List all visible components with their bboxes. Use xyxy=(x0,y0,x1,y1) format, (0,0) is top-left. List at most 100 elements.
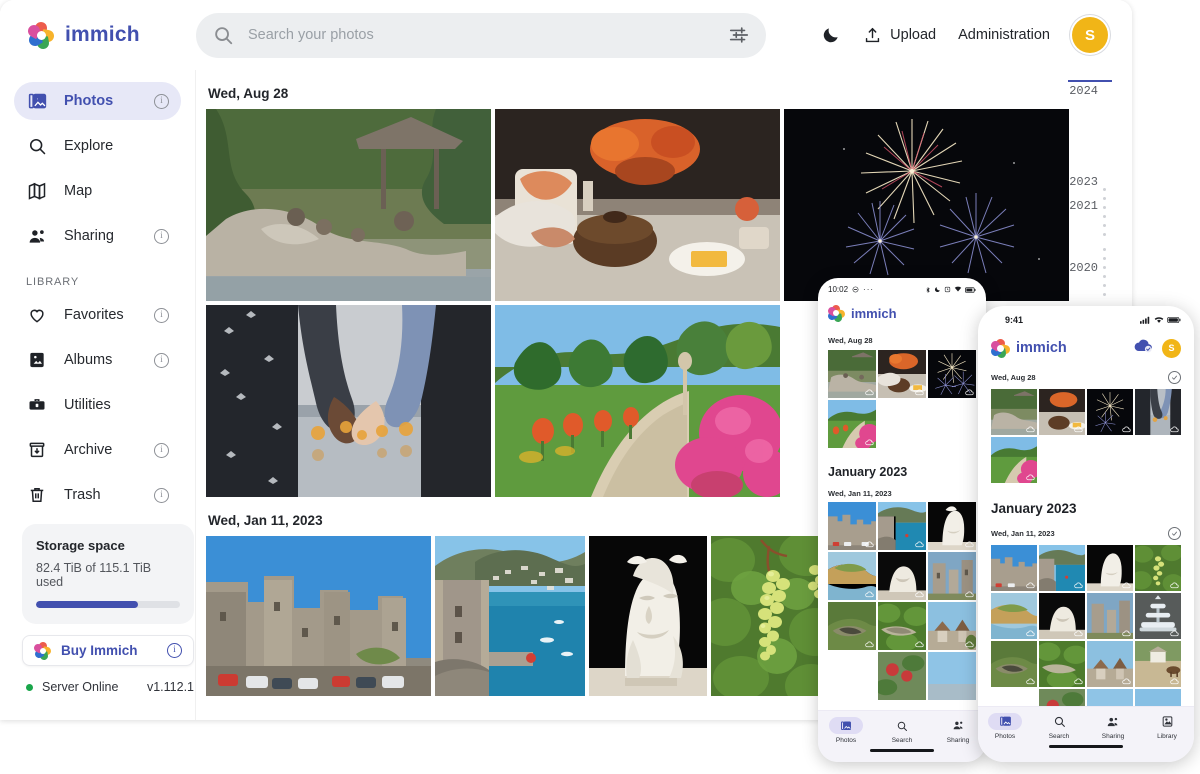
photo-thumb-coast[interactable] xyxy=(828,552,876,600)
administration-link[interactable]: Administration xyxy=(958,27,1050,43)
photo-green-grapes[interactable] xyxy=(711,536,833,696)
battery-icon xyxy=(965,287,976,293)
sidebar: Photos i Explore Map xyxy=(0,70,196,720)
photo-thumb-ruins[interactable] xyxy=(928,552,976,600)
photo-thumb-lizard-leaf[interactable] xyxy=(878,602,926,650)
buy-immich-label: Buy Immich xyxy=(61,643,158,658)
photo-thumb-stone-head[interactable] xyxy=(878,552,926,600)
ios-nav-label: Search xyxy=(1049,733,1070,740)
sidebar-item-sharing[interactable]: Sharing i xyxy=(14,217,181,255)
select-all-check-icon[interactable] xyxy=(1168,527,1181,540)
android-nav-search[interactable]: Search xyxy=(879,717,925,744)
search-bar[interactable] xyxy=(196,13,766,58)
photo-marble-bust[interactable] xyxy=(589,536,707,696)
photo-thumb-lizard-leaf[interactable] xyxy=(1039,641,1085,687)
buy-immich-button[interactable]: Buy Immich i xyxy=(22,635,194,666)
scrubber-year[interactable]: 2023 xyxy=(1069,175,1098,189)
photo-thumb-bust[interactable] xyxy=(1087,545,1133,591)
info-icon[interactable]: i xyxy=(154,488,169,503)
search-icon xyxy=(885,717,919,734)
photo-thumb-stone-head[interactable] xyxy=(1039,593,1085,639)
photo-thumb-coast[interactable] xyxy=(991,593,1037,639)
avatar[interactable]: S xyxy=(1072,17,1108,53)
cloud-offline-icon xyxy=(865,591,874,598)
photo-thumb-monkeys[interactable] xyxy=(991,389,1037,435)
ios-nav-search[interactable]: Search xyxy=(1036,713,1082,740)
select-all-check-icon[interactable] xyxy=(1168,371,1181,384)
photo-thumb-dinner[interactable] xyxy=(1039,389,1085,435)
photo-thumb-garden[interactable] xyxy=(828,400,876,448)
search-input[interactable] xyxy=(246,26,728,44)
ios-nav-photos[interactable]: Photos xyxy=(982,713,1028,740)
ios-nav-sharing[interactable]: Sharing xyxy=(1090,713,1136,740)
photo-thumb-fortress[interactable] xyxy=(991,545,1037,591)
photo-thumb-horse[interactable] xyxy=(1135,641,1181,687)
photo-thumb-flowers[interactable] xyxy=(878,652,926,700)
photo-thumb-bust[interactable] xyxy=(928,502,976,550)
sidebar-item-albums[interactable]: Albums i xyxy=(14,341,181,379)
info-icon[interactable]: i xyxy=(154,94,169,109)
photo-thumb-sky[interactable] xyxy=(928,652,976,700)
storage-progress-bar xyxy=(36,601,180,608)
photo-thumb-lizard-rock[interactable] xyxy=(828,602,876,650)
info-icon[interactable]: i xyxy=(154,308,169,323)
photo-thumb-grapes[interactable] xyxy=(1135,545,1181,591)
dnd-icon xyxy=(852,286,859,293)
sidebar-item-photos[interactable]: Photos i xyxy=(14,82,181,120)
scrubber-year[interactable]: 2024 xyxy=(1069,84,1098,98)
photo-thumb-harbor[interactable] xyxy=(1039,545,1085,591)
ios-cloud-status-icon[interactable] xyxy=(1134,338,1153,358)
photo-thumb-village[interactable] xyxy=(928,602,976,650)
photo-thumb-monkeys[interactable] xyxy=(828,350,876,398)
photo-thumb-dinner[interactable] xyxy=(878,350,926,398)
photo-thumb-ruins[interactable] xyxy=(1087,593,1133,639)
photo-thumb-harbor[interactable] xyxy=(878,502,926,550)
photo-thumb-fireworks[interactable] xyxy=(928,350,976,398)
info-icon[interactable]: i xyxy=(154,353,169,368)
sidebar-item-explore[interactable]: Explore xyxy=(14,127,181,165)
scrubber-year[interactable]: 2020 xyxy=(1069,261,1098,275)
sidebar-item-map[interactable]: Map xyxy=(14,172,181,210)
ios-photo-grid-aug[interactable] xyxy=(991,389,1181,483)
ios-avatar[interactable]: S xyxy=(1162,339,1181,358)
cloud-offline-icon xyxy=(865,439,874,446)
photo-thumb-village[interactable] xyxy=(1087,641,1133,687)
scrubber-tick xyxy=(1103,284,1106,287)
photo-thumb-fortress[interactable] xyxy=(828,502,876,550)
photo-thumb-lizard-rock[interactable] xyxy=(991,641,1037,687)
info-icon[interactable]: i xyxy=(167,643,182,658)
photo-fireworks[interactable] xyxy=(784,109,1069,301)
scrubber-year[interactable]: 2021 xyxy=(1069,199,1098,213)
sidebar-item-trash[interactable]: Trash i xyxy=(14,476,181,514)
explore-icon xyxy=(26,135,48,157)
photo-harbor-tower[interactable] xyxy=(435,536,585,696)
server-version: v1.112.1 xyxy=(147,680,194,694)
photo-thumb-fireworks[interactable] xyxy=(1087,389,1133,435)
photo-monkeys-temple[interactable] xyxy=(206,109,491,301)
photo-garden-path[interactable] xyxy=(495,305,780,497)
info-icon[interactable]: i xyxy=(154,443,169,458)
upload-button[interactable]: Upload xyxy=(863,26,936,45)
sidebar-item-archive[interactable]: Archive i xyxy=(14,431,181,469)
photo-dinner-table[interactable] xyxy=(495,109,780,301)
sidebar-item-utilities[interactable]: Utilities xyxy=(14,386,181,424)
photo-fortress-walls[interactable] xyxy=(206,536,431,696)
ios-nav-library[interactable]: Library xyxy=(1144,713,1190,740)
ios-month-header: January 2023 xyxy=(991,501,1181,516)
android-status-bar: 10:02 ··· xyxy=(828,285,976,294)
info-icon[interactable]: i xyxy=(154,229,169,244)
app-brand[interactable]: immich xyxy=(0,22,196,49)
android-nav-photos[interactable]: Photos xyxy=(823,717,869,744)
ios-nav-label: Photos xyxy=(995,733,1015,740)
filter-sliders-icon[interactable] xyxy=(728,24,750,46)
android-photo-grid-jan[interactable] xyxy=(828,502,976,700)
android-nav-sharing[interactable]: Sharing xyxy=(935,717,981,744)
moon-icon[interactable] xyxy=(821,25,841,45)
app-header: immich Upload Adminis xyxy=(0,0,1132,71)
photo-thumb-cake[interactable] xyxy=(1135,593,1181,639)
photo-thumb-garden[interactable] xyxy=(991,437,1037,483)
photo-thumb-hands[interactable] xyxy=(1135,389,1181,435)
sidebar-item-favorites[interactable]: Favorites i xyxy=(14,296,181,334)
photo-holding-hands[interactable] xyxy=(206,305,491,497)
android-photo-grid-aug[interactable] xyxy=(828,350,976,448)
